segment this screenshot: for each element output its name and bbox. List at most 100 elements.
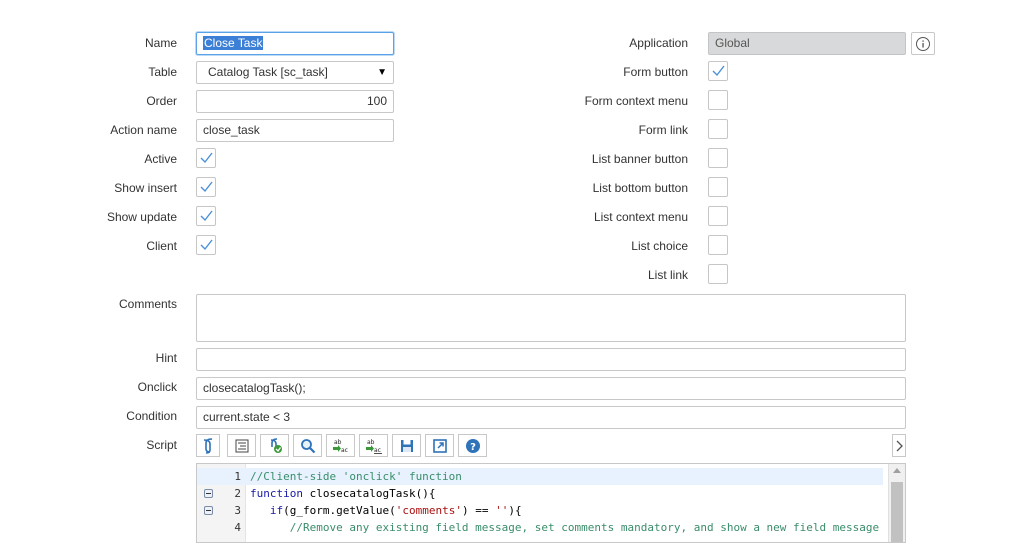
show-insert-label: Show insert — [114, 181, 177, 195]
help-button[interactable]: ? — [458, 434, 487, 457]
application-label: Application — [629, 36, 688, 50]
table-select[interactable]: Catalog Task [sc_task] ▼ — [196, 61, 394, 84]
name-input[interactable]: Close Task — [196, 32, 394, 55]
script-toggle-button[interactable] — [196, 434, 220, 457]
check-icon — [200, 181, 213, 193]
code-token: if — [269, 504, 284, 517]
code-token: //Remove any existing field message, set… — [250, 521, 880, 534]
fold-toggle-icon[interactable] — [204, 489, 213, 498]
svg-text:ac: ac — [374, 447, 381, 454]
code-token: '' — [495, 504, 509, 517]
script-toggle-icon — [203, 438, 213, 454]
check-icon — [200, 239, 213, 251]
fold-toggle-icon[interactable] — [204, 506, 213, 515]
code-text: function closecatalogTask(){ — [250, 485, 435, 502]
client-label: Client — [146, 239, 177, 253]
form-link-label: Form link — [638, 123, 688, 137]
expand-toolbar-button[interactable] — [892, 434, 906, 457]
list-choice-checkbox[interactable] — [708, 235, 728, 255]
code-token: ){ — [508, 504, 522, 517]
list-banner-button-checkbox[interactable] — [708, 148, 728, 168]
save-button[interactable] — [392, 434, 421, 457]
replace-all-button[interactable]: ab ac — [359, 434, 388, 457]
line-number: 1 — [234, 470, 241, 483]
condition-input[interactable]: current.state < 3 — [196, 406, 906, 429]
search-button[interactable] — [293, 434, 322, 457]
replace-all-icon: ab ac — [366, 439, 382, 454]
script-editor[interactable]: 1 //Client-side 'onclick' function 2 functi… — [196, 463, 906, 543]
list-context-menu-checkbox[interactable] — [708, 206, 728, 226]
svg-text:ab: ab — [334, 439, 342, 446]
svg-text:ac: ac — [341, 447, 348, 454]
code-token: 'comments' — [395, 504, 462, 517]
show-update-label: Show update — [106, 210, 177, 224]
code-line[interactable]: 3 if(g_form.getValue('comments') == ''){ — [197, 502, 883, 519]
order-label: Order — [146, 94, 177, 108]
search-icon — [301, 439, 316, 454]
hint-input[interactable] — [196, 348, 906, 371]
check-icon — [200, 152, 213, 164]
list-link-label: List link — [647, 268, 688, 282]
hint-label: Hint — [155, 351, 177, 365]
info-icon — [916, 37, 930, 51]
code-token: ) == — [461, 504, 496, 517]
action-name-input[interactable]: close_task — [196, 119, 394, 142]
comments-textarea[interactable] — [196, 294, 906, 342]
action-name-label: Action name — [110, 123, 177, 137]
check-icon — [200, 210, 213, 222]
code-line[interactable]: 4 //Remove any existing field message, s… — [197, 519, 883, 536]
list-bottom-button-checkbox[interactable] — [708, 177, 728, 197]
scroll-up-arrow-icon[interactable] — [893, 468, 901, 473]
onclick-input[interactable]: closecatalogTask(); — [196, 377, 906, 400]
format-code-icon — [235, 439, 249, 453]
chevron-right-icon — [896, 440, 903, 452]
active-checkbox[interactable] — [196, 148, 216, 168]
name-label: Name — [144, 36, 177, 50]
comment-code-button[interactable] — [260, 434, 289, 457]
table-select-value: Catalog Task [sc_task] — [208, 65, 328, 79]
line-number: 2 — [234, 487, 241, 500]
fullscreen-button[interactable] — [425, 434, 454, 457]
condition-label: Condition — [126, 409, 177, 423]
save-icon — [401, 440, 413, 452]
form-link-checkbox[interactable] — [708, 119, 728, 139]
form-button-checkbox[interactable] — [708, 61, 728, 81]
form-context-menu-label: Form context menu — [584, 94, 688, 108]
comment-code-icon — [270, 438, 282, 453]
name-value: Close Task — [203, 36, 264, 50]
show-update-checkbox[interactable] — [196, 206, 216, 226]
list-context-menu-label: List context menu — [593, 210, 688, 224]
help-icon: ? — [466, 439, 480, 453]
code-token: (g_form.getValue( — [283, 504, 396, 517]
list-choice-label: List choice — [631, 239, 688, 253]
list-bottom-button-label: List bottom button — [592, 181, 688, 195]
editor-scrollbar[interactable] — [888, 464, 905, 542]
list-link-checkbox[interactable] — [708, 264, 728, 284]
line-number: 3 — [234, 504, 241, 517]
code-text: if(g_form.getValue('comments') == ''){ — [250, 502, 522, 519]
show-insert-checkbox[interactable] — [196, 177, 216, 197]
client-checkbox[interactable] — [196, 235, 216, 255]
fullscreen-icon — [433, 439, 447, 453]
svg-text:?: ? — [470, 442, 476, 453]
check-icon — [712, 65, 725, 77]
table-label: Table — [148, 65, 177, 79]
format-code-button[interactable] — [227, 434, 256, 457]
code-line[interactable]: 2 function closecatalogTask(){ — [197, 485, 883, 502]
info-button[interactable] — [911, 32, 935, 55]
form-context-menu-checkbox[interactable] — [708, 90, 728, 110]
code-line[interactable]: 1 //Client-side 'onclick' function — [197, 468, 883, 485]
replace-button[interactable]: ab ac — [326, 434, 355, 457]
list-banner-button-label: List banner button — [591, 152, 688, 166]
active-label: Active — [144, 152, 177, 166]
code-text: //Client-side 'onclick' function — [250, 468, 462, 485]
scrollbar-thumb[interactable] — [891, 482, 903, 542]
replace-icon: ab ac — [333, 439, 348, 454]
dropdown-arrow-icon: ▼ — [377, 67, 387, 78]
onclick-label: Onclick — [137, 380, 177, 394]
code-token: function — [250, 487, 303, 500]
order-input[interactable]: 100 — [196, 90, 394, 113]
svg-text:ab: ab — [367, 439, 375, 446]
application-field: Global — [708, 32, 906, 55]
